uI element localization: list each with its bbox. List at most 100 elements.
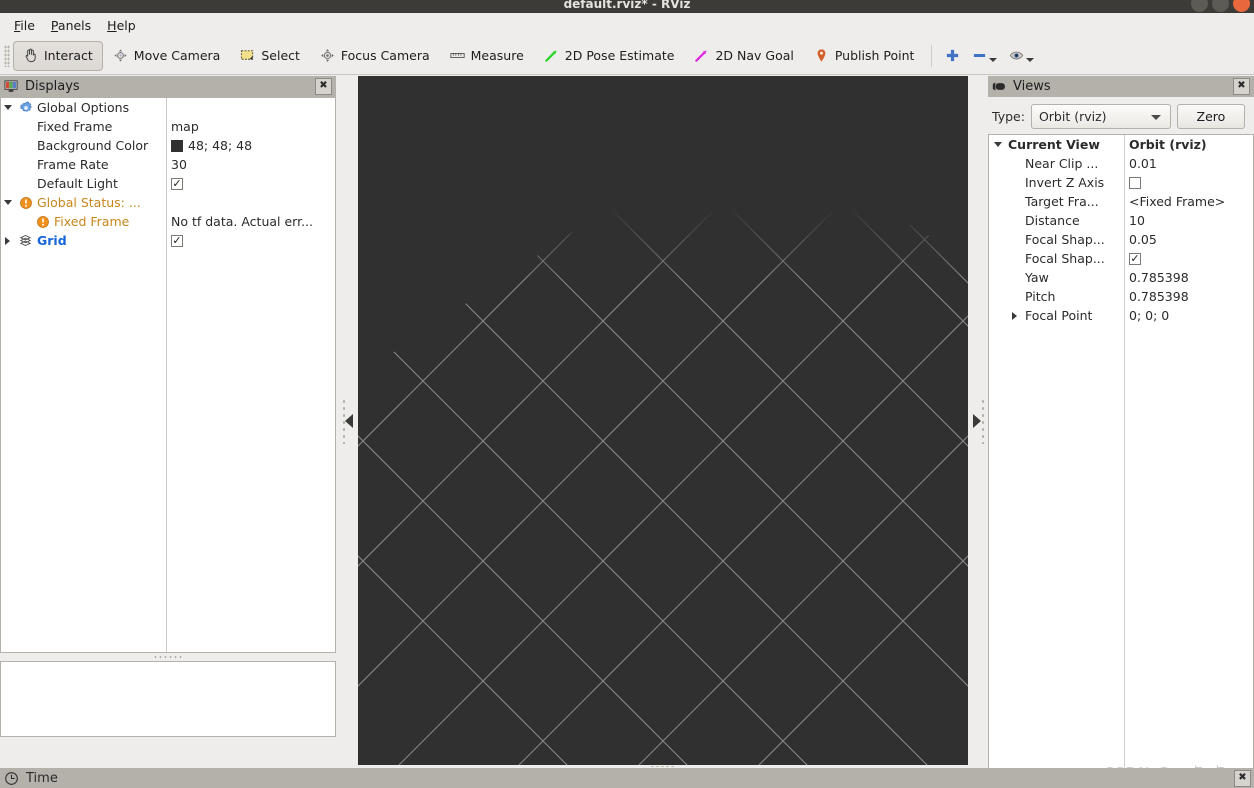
menu-panels[interactable]: Panels — [43, 16, 99, 35]
window-titlebar: default.rviz* - RViz — [0, 0, 1254, 13]
tree-row-value[interactable]: <Fixed Frame> — [1129, 192, 1251, 211]
tree-row-value[interactable]: 0.05 — [1129, 230, 1251, 249]
chevron-down-icon[interactable] — [1026, 58, 1035, 62]
tool-publish-point-label: Publish Point — [834, 48, 915, 63]
views-row-target-frame[interactable]: Target Fra... <Fixed Frame> — [989, 192, 1253, 211]
tool-visibility[interactable] — [1003, 42, 1040, 70]
tree-row-value[interactable]: 0; 0; 0 — [1129, 306, 1251, 325]
tree-row-value[interactable]: 0.785398 — [1129, 268, 1251, 287]
menu-help[interactable]: Help — [99, 16, 144, 35]
tool-publish-point[interactable]: Publish Point — [804, 41, 925, 71]
tree-row-name: Fixed Frame — [1, 212, 166, 231]
tool-move-camera[interactable]: Move Camera — [103, 41, 231, 71]
tool-select-label: Select — [261, 48, 300, 63]
tree-label: Near Clip ... — [1025, 156, 1099, 171]
tree-row-value[interactable]: 30 — [171, 155, 333, 174]
views-tree[interactable]: Current View Orbit (rviz) Near Clip ... … — [988, 134, 1254, 788]
eye-icon — [1009, 48, 1024, 63]
render-viewport-3d[interactable] — [358, 76, 968, 765]
chevron-down-icon[interactable] — [989, 58, 998, 62]
icon-placeholder — [18, 176, 33, 191]
color-swatch[interactable] — [171, 139, 183, 152]
maximize-button[interactable] — [1212, 0, 1229, 12]
views-row-focal-shape-size[interactable]: Focal Shap... 0.05 — [989, 230, 1253, 249]
hand-cursor-icon — [23, 48, 38, 63]
tree-row-value[interactable]: 0.01 — [1129, 154, 1251, 173]
tree-value-text: <Fixed Frame> — [1129, 194, 1226, 209]
toolbar-drag-grip[interactable] — [4, 44, 10, 67]
views-row-invert-z-axis[interactable]: Invert Z Axis — [989, 173, 1253, 192]
displays-tree[interactable]: Global Options Fixed Frame map Backgroun… — [0, 97, 336, 653]
tree-row-fixed-frame[interactable]: Fixed Frame map — [1, 117, 335, 136]
tree-label: Frame Rate — [37, 157, 109, 172]
right-panel-collapse-handle[interactable] — [968, 76, 988, 765]
tree-row-frame-rate[interactable]: Frame Rate 30 — [1, 155, 335, 174]
tree-row-fixed-frame-status[interactable]: Fixed Frame No tf data. Actual err... — [1, 212, 335, 231]
menu-file[interactable]: File — [6, 16, 43, 35]
views-row-near-clip[interactable]: Near Clip ... 0.01 — [989, 154, 1253, 173]
chevron-down-icon — [1150, 114, 1161, 120]
chevron-left-icon[interactable] — [344, 413, 353, 428]
tool-zoom-out[interactable] — [966, 42, 1003, 70]
tool-measure[interactable]: Measure — [440, 41, 534, 71]
left-panel-collapse-handle[interactable] — [336, 76, 358, 765]
views-row-yaw[interactable]: Yaw 0.785398 — [989, 268, 1253, 287]
focal-shape-fixed-checkbox[interactable]: ✓ — [1129, 252, 1141, 265]
expander-right-icon[interactable] — [1008, 306, 1021, 325]
tool-2d-nav-goal[interactable]: 2D Nav Goal — [684, 41, 803, 71]
expander-right-icon[interactable] — [1, 231, 14, 250]
tree-row-value[interactable]: 48; 48; 48 — [171, 136, 333, 155]
grid-enabled-checkbox[interactable]: ✓ — [171, 234, 183, 247]
tree-row-value[interactable]: map — [171, 117, 333, 136]
tool-select[interactable]: Select — [230, 41, 310, 71]
tool-2d-pose-estimate[interactable]: 2D Pose Estimate — [534, 41, 685, 71]
tree-row-value[interactable]: 10 — [1129, 211, 1251, 230]
views-row-focal-shape-fixed[interactable]: Focal Shap... ✓ — [989, 249, 1253, 268]
chevron-right-icon[interactable] — [972, 413, 981, 428]
expander-down-icon[interactable] — [991, 135, 1004, 154]
time-panel-close-icon[interactable]: ✖ — [1234, 770, 1251, 787]
tool-move-camera-label: Move Camera — [133, 48, 221, 63]
views-close-icon[interactable]: ✖ — [1233, 78, 1250, 95]
tree-row-background-color[interactable]: Background Color 48; 48; 48 — [1, 136, 335, 155]
tree-row-global-status[interactable]: Global Status: ... — [1, 193, 335, 212]
menu-help-rest: elp — [116, 17, 136, 33]
views-row-current-view[interactable]: Current View Orbit (rviz) — [989, 135, 1253, 154]
tree-row-value: ✓ — [1129, 249, 1251, 268]
tree-row-default-light[interactable]: Default Light ✓ — [1, 174, 335, 193]
default-light-checkbox[interactable]: ✓ — [171, 177, 183, 190]
plus-icon — [945, 48, 960, 63]
close-button[interactable] — [1233, 0, 1250, 12]
expander-down-icon[interactable] — [1, 98, 14, 117]
window-controls — [1191, 0, 1250, 12]
tree-row-name: Focal Point — [989, 306, 1124, 325]
tree-row-value: Orbit (rviz) — [1129, 135, 1251, 154]
tree-value-text: Orbit (rviz) — [1129, 137, 1207, 152]
view-type-select[interactable]: Orbit (rviz) — [1030, 103, 1171, 129]
warning-icon — [18, 195, 33, 210]
tree-row-grid[interactable]: Grid ✓ — [1, 231, 335, 250]
displays-close-icon[interactable]: ✖ — [315, 78, 332, 95]
expander-placeholder — [991, 287, 1004, 306]
views-row-distance[interactable]: Distance 10 — [989, 211, 1253, 230]
tree-row-value[interactable]: 0.785398 — [1129, 287, 1251, 306]
tree-row-name: Grid — [1, 231, 166, 250]
splitter-dots — [980, 397, 984, 444]
tree-row-global-options[interactable]: Global Options — [1, 98, 335, 117]
views-row-focal-point[interactable]: Focal Point 0; 0; 0 — [989, 306, 1253, 325]
minimize-button[interactable] — [1191, 0, 1208, 12]
invert-z-axis-checkbox[interactable] — [1129, 176, 1141, 189]
expander-down-icon[interactable] — [1, 193, 14, 212]
displays-horizontal-splitter[interactable] — [0, 654, 336, 660]
tool-zoom-in[interactable] — [939, 42, 966, 70]
tree-label: Focal Shap... — [1025, 251, 1105, 266]
left-wedge-mask — [358, 208, 608, 376]
tool-measure-label: Measure — [470, 48, 524, 63]
tree-row-name: Frame Rate — [1, 155, 166, 174]
views-row-pitch[interactable]: Pitch 0.785398 — [989, 287, 1253, 306]
tree-row-name: Yaw — [989, 268, 1124, 287]
zero-button[interactable]: Zero — [1176, 103, 1245, 129]
tool-focus-camera[interactable]: Focus Camera — [310, 41, 440, 71]
tool-interact[interactable]: Interact — [13, 40, 103, 71]
tree-row-name: Current View — [989, 135, 1124, 154]
